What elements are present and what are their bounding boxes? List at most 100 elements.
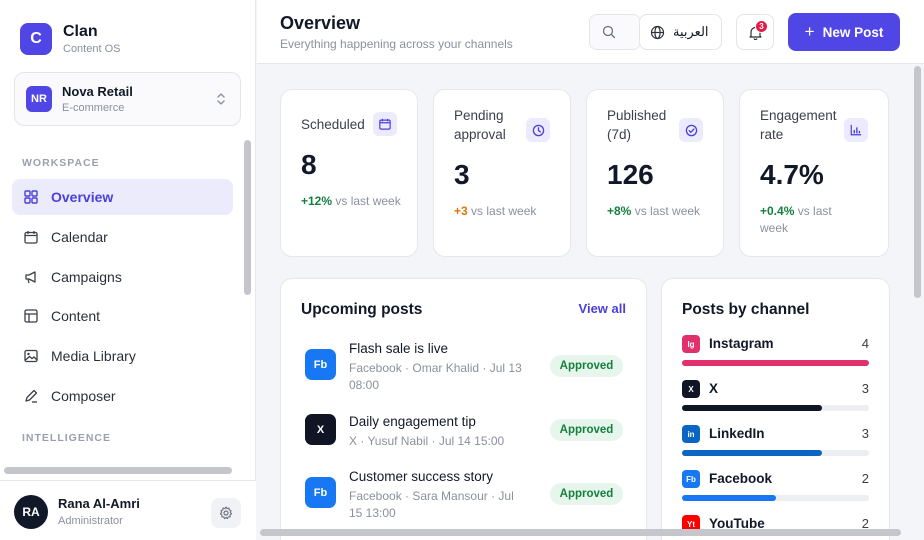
brand-name: Clan [63,23,98,40]
x-icon: X [305,414,336,445]
stat-card-scheduled[interactable]: Scheduled 8 +12% vs last week [280,89,418,257]
megaphone-icon [24,270,38,284]
clock-icon [526,118,550,142]
sidebar-item-label: Content [51,308,101,324]
channel-name: LinkedIn [709,426,765,441]
brand[interactable]: C Clan Content OS [20,23,120,55]
top-header: Overview Everything happening across you… [257,0,924,64]
instagram-icon: Ig [682,335,700,353]
sidebar-item-label: Campaigns [51,269,122,285]
sidebar-horizontal-scrollbar[interactable] [4,467,232,474]
image-icon [24,349,38,363]
status-badge: Approved [550,355,623,377]
post-meta: X · Yusuf Nabil · Jul 14 15:00 [349,434,505,448]
search-button[interactable] [589,14,641,50]
stat-delta: +12% vs last week [301,193,401,210]
org-type: E-commerce [62,102,125,114]
page-subtitle: Everything happening across your channel… [280,37,513,51]
panel-title: Upcoming posts [301,301,423,318]
globe-icon [650,25,665,39]
status-badge: Approved [550,483,623,505]
gear-icon [219,506,233,520]
stat-value: 8 [301,149,317,180]
sidebar-nav: WORKSPACE Overview Calendar Campaigns Co… [0,140,240,466]
sidebar-item-overview[interactable]: Overview [12,179,233,215]
chevron-updown-icon [217,93,225,105]
sidebar-item-label: Composer [51,388,116,404]
post-meta: Facebook · Omar Khalid · Jul 13 08:00 [349,361,522,392]
sidebar-item-label: Calendar [51,229,108,245]
channel-count: 4 [861,336,869,351]
stat-delta: +3 vs last week [454,203,554,220]
stat-card-pending-approval[interactable]: Pending approval 3 +3 vs last week [433,89,571,257]
search-icon [602,25,616,39]
post-meta: Facebook · Sara Mansour · Jul 15 13:00 [349,489,514,520]
sidebar-item-calendar[interactable]: Calendar [12,219,233,255]
user-role: Administrator [58,515,123,527]
stat-delta: +8% vs last week [607,203,707,220]
list-item[interactable]: Fb Customer success story Facebook · Sar… [305,469,625,520]
channel-count: 3 [861,381,869,396]
stat-card-engagement-rate[interactable]: Engagement rate 4.7% +0.4% vs last week [739,89,889,257]
channel-bar-fill [682,405,823,411]
notification-count-badge: 3 [755,20,768,33]
calendar-icon [373,112,397,136]
channel-bar-fill [682,450,823,456]
avatar[interactable]: RA [14,495,48,529]
sidebar-item-media-library[interactable]: Media Library [12,338,233,374]
view-all-link[interactable]: View all [579,301,626,316]
stat-label: Engagement rate [760,108,837,142]
stat-label: Published (7d) [607,108,667,142]
nav-section-intelligence: INTELLIGENCE [22,432,112,444]
sidebar-vertical-scrollbar[interactable] [244,140,251,295]
plus-icon: + [804,22,815,41]
user-bar: RA Rana Al-Amri Administrator [0,480,256,540]
brand-logo: C [20,23,52,55]
list-item[interactable]: Fb Flash sale is live Facebook · Omar Kh… [305,341,625,392]
channel-bar-track [682,405,869,411]
post-title: Flash sale is live [349,341,449,356]
sidebar-item-content[interactable]: Content [12,298,233,334]
stat-delta-text: vs last week [332,194,401,208]
layout-icon [24,309,38,323]
channel-name: X [709,381,719,396]
user-name: Rana Al-Amri [58,496,140,511]
page-title: Overview [280,13,361,33]
stat-label: Pending approval [454,108,506,142]
brand-subtitle: Content OS [63,43,121,55]
language-switcher[interactable]: العربية [639,14,722,50]
facebook-icon: Fb [305,349,336,380]
main-vertical-scrollbar[interactable] [914,66,921,298]
bar-chart-icon [844,118,868,142]
main-content: Scheduled 8 +12% vs last week Pending ap… [257,65,924,540]
facebook-icon: Fb [305,477,336,508]
stat-delta-value: +0.4% [760,204,795,218]
settings-button[interactable] [211,498,241,528]
post-title: Daily engagement tip [349,414,476,429]
status-badge: Approved [550,419,623,441]
stat-value: 3 [454,159,470,190]
pen-icon [24,389,38,403]
posts-by-channel-panel: Posts by channel Ig Instagram 4 X X 3 in Linked… [661,278,890,540]
notifications-button[interactable]: 3 [736,14,774,50]
org-name: Nova Retail [62,84,133,99]
sidebar-item-campaigns[interactable]: Campaigns [12,259,233,295]
new-post-button[interactable]: + New Post [788,13,900,51]
org-switcher[interactable]: NR Nova Retail E-commerce [14,72,241,126]
sidebar-item-label: Overview [51,189,114,205]
language-label: العربية [673,24,709,39]
channel-bar-track [682,360,869,366]
linkedin-icon: in [682,425,700,443]
stat-card-published[interactable]: Published (7d) 126 +8% vs last week [586,89,724,257]
main-horizontal-scrollbar[interactable] [260,529,901,536]
channel-count: 3 [861,426,869,441]
stat-delta-value: +12% [301,194,333,208]
channel-bar-track [682,495,869,501]
stat-delta: +0.4% vs last week [760,203,860,237]
stat-value: 4.7% [760,159,824,190]
channel-name: Instagram [709,336,774,351]
sidebar-item-composer[interactable]: Composer [12,378,233,414]
channel-name: Facebook [709,471,773,486]
channel-bar-fill [682,360,869,366]
list-item[interactable]: X Daily engagement tip X · Yusuf Nabil ·… [305,414,625,448]
